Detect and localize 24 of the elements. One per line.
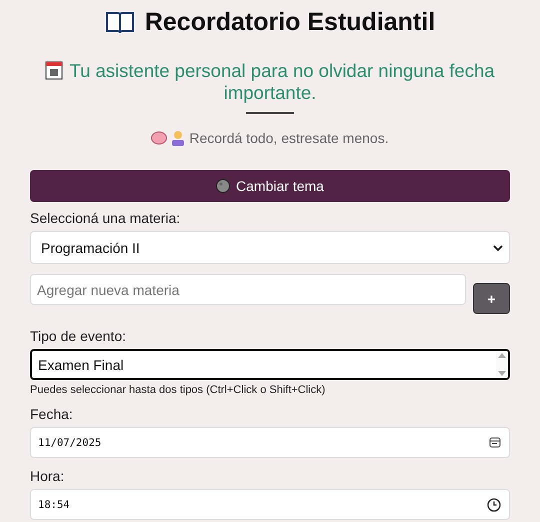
- subject-label: Seleccioná una materia:: [30, 210, 182, 226]
- tagline: Recordá todo, estresate menos.: [189, 130, 389, 146]
- theme-button[interactable]: Cambiar tema: [30, 170, 510, 202]
- new-subject-field[interactable]: Agregar nueva materia: [30, 274, 466, 305]
- app-title: Recordatorio Estudiantil: [144, 8, 436, 36]
- date-label: Fecha:: [30, 406, 74, 422]
- event-type-label: Tipo de evento:: [30, 328, 127, 344]
- add-subject-button[interactable]: +: [473, 283, 510, 314]
- event-type-hint: Puedes seleccionar hasta dos tipos (Ctrl+Click o Shift+Click): [30, 384, 326, 396]
- time-field[interactable]: 18:54: [30, 489, 510, 520]
- book-icon: [104, 9, 135, 35]
- time-label: Hora:: [30, 468, 66, 484]
- subject-select[interactable]: Programación II: [30, 231, 510, 264]
- clock-icon[interactable]: [487, 498, 501, 512]
- date-field[interactable]: 11/07/2025: [30, 427, 510, 458]
- calendar-icon[interactable]: [489, 437, 501, 448]
- calendar-icon: [45, 60, 64, 80]
- subtitle: Tu asistente personal para no olvidar ninguna fecha importante.: [30, 60, 510, 104]
- moon-icon: [216, 179, 230, 193]
- person-icon: [171, 130, 186, 146]
- chevron-down-icon: [493, 244, 503, 252]
- event-type-option[interactable]: Examen Final: [32, 357, 496, 374]
- event-type-listbox[interactable]: Examen Final: [30, 349, 510, 380]
- brain-icon: [151, 131, 168, 145]
